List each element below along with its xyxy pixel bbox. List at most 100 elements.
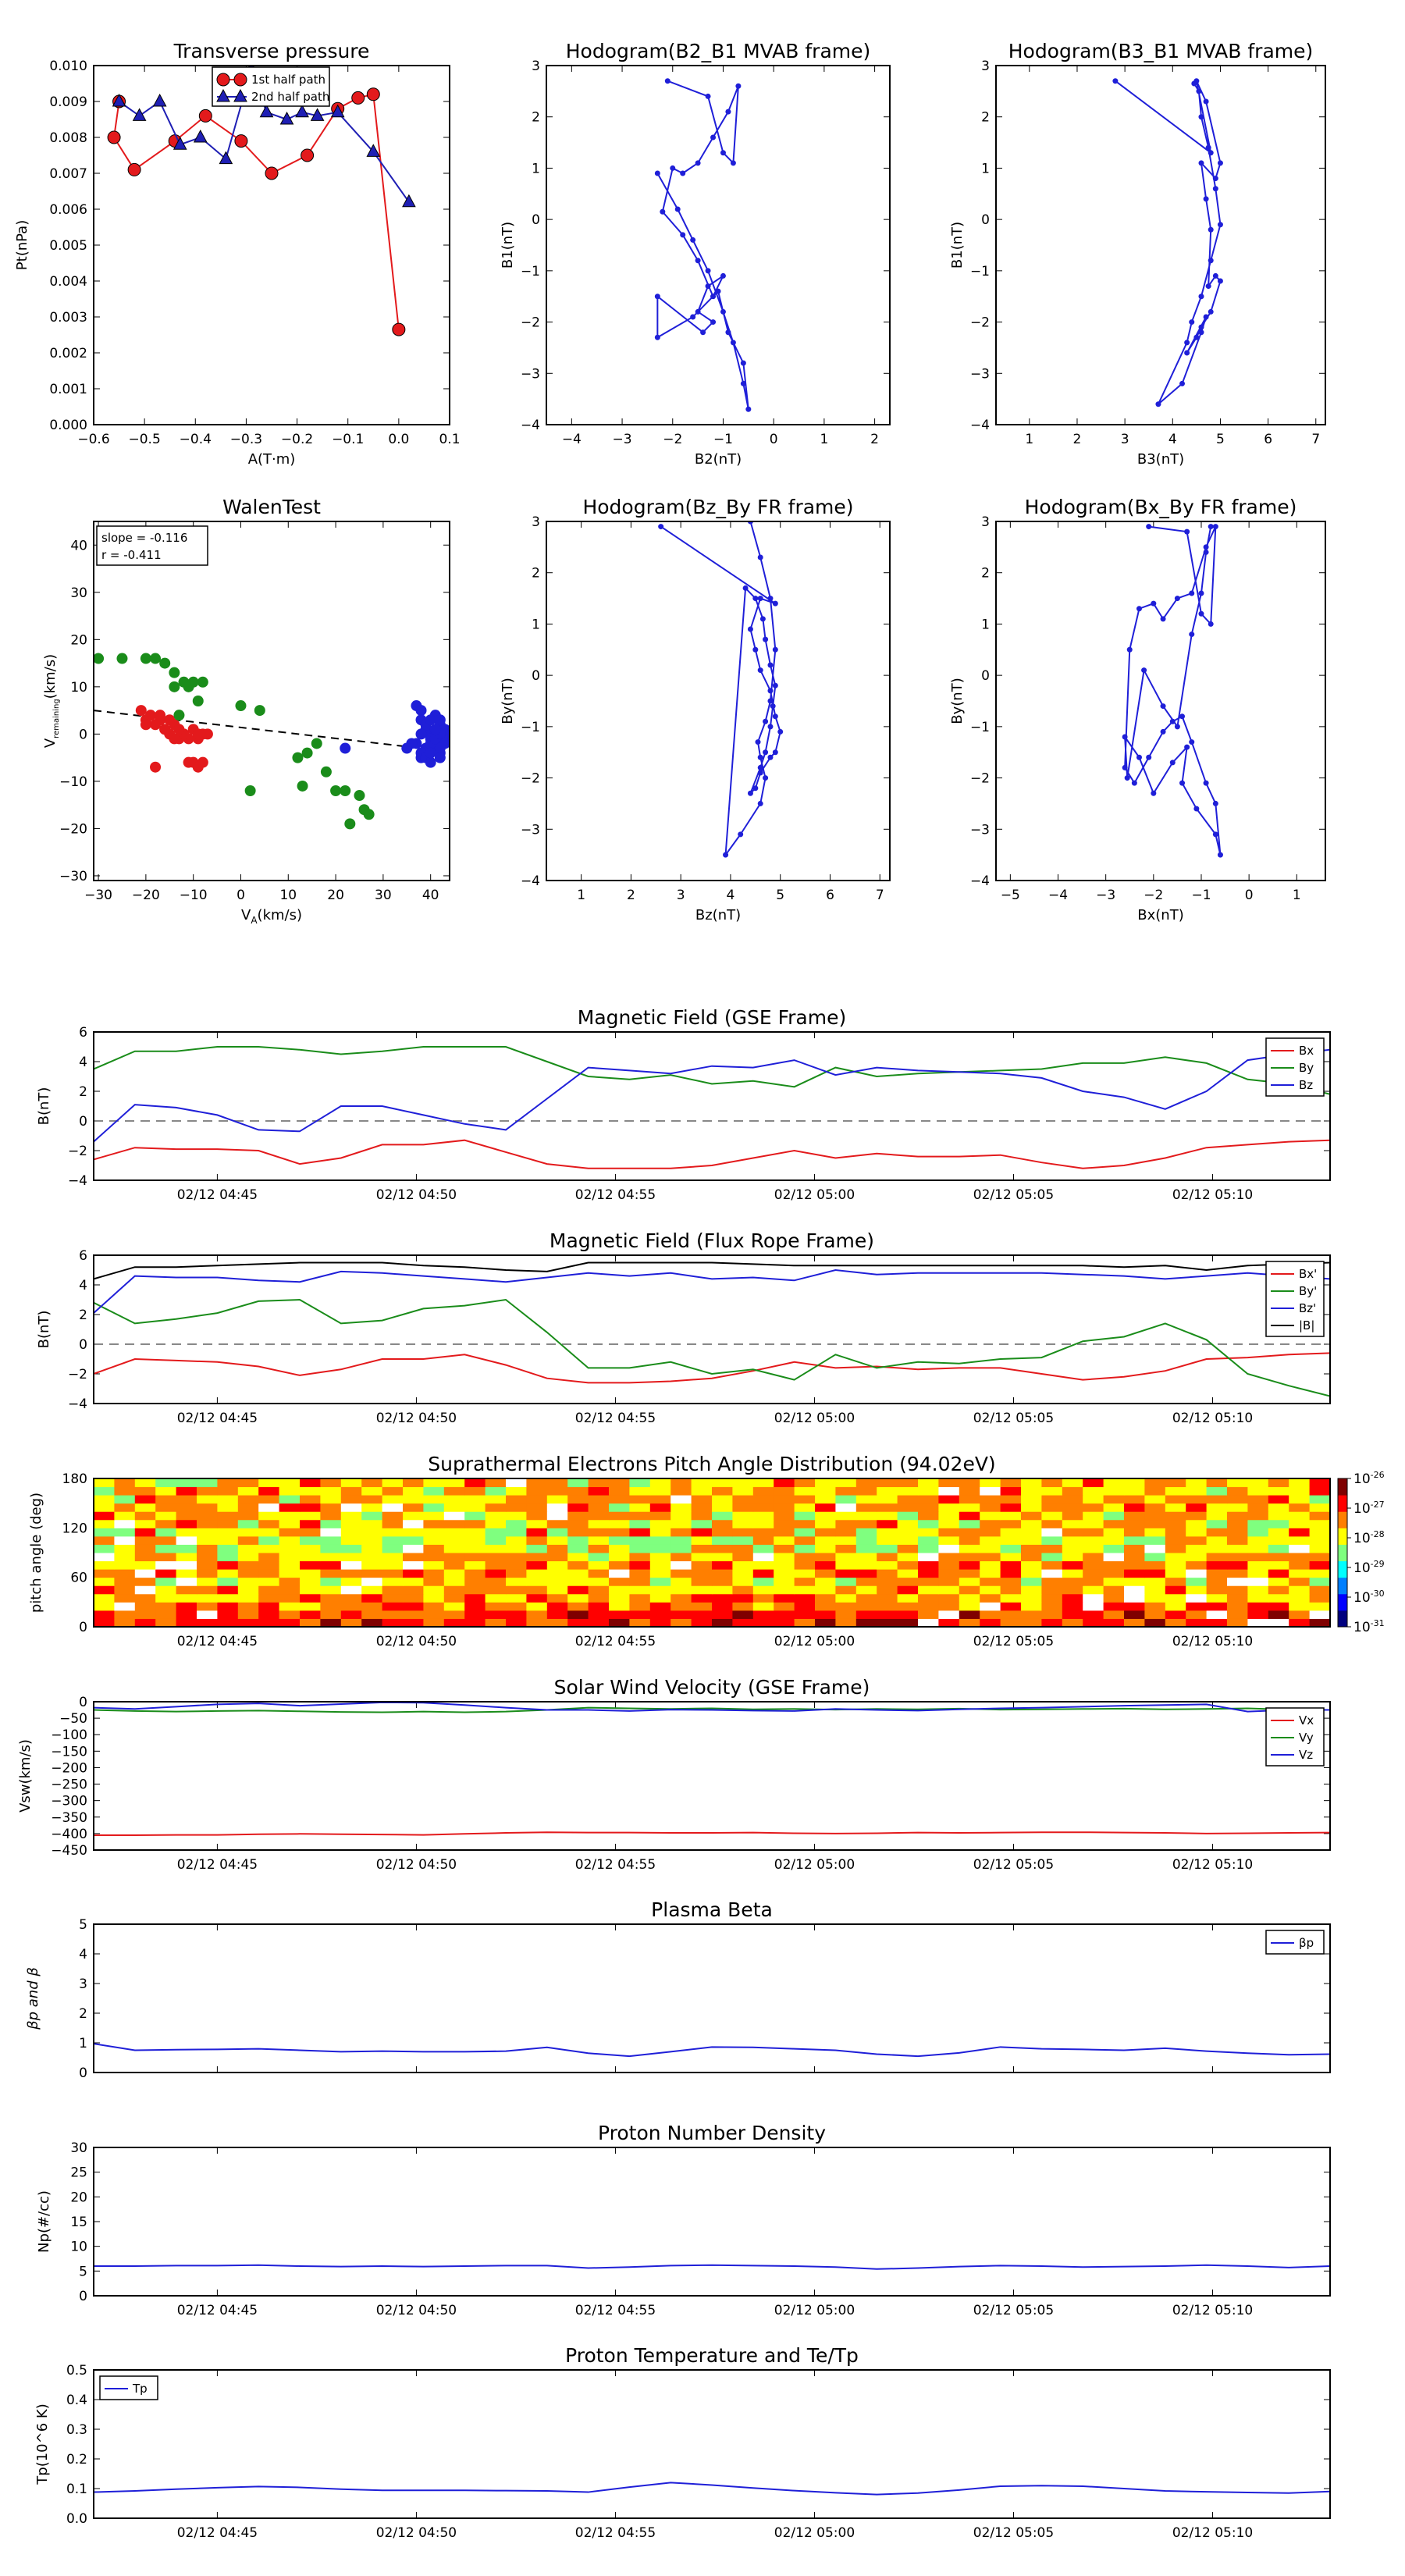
heatmap-cell (1247, 1560, 1269, 1570)
annotation-text: r = -0.411 (101, 548, 162, 562)
heatmap-cell (712, 1478, 733, 1488)
heatmap-cell (94, 1511, 115, 1521)
heatmap-cell (94, 1528, 115, 1537)
heatmap-cell (732, 1519, 754, 1528)
heatmap-cell (443, 1544, 465, 1553)
heatmap-cell (340, 1618, 362, 1627)
heatmap-cell (732, 1593, 754, 1603)
data-point (132, 108, 147, 121)
heatmap-cell (1062, 1519, 1083, 1528)
heatmap-cell (691, 1618, 713, 1627)
heatmap-cell (897, 1511, 919, 1521)
heatmap-cell (938, 1486, 960, 1496)
heatmap-cell (155, 1511, 177, 1521)
axes-frame (546, 521, 891, 881)
heatmap-cell (1124, 1535, 1145, 1545)
data-point (715, 288, 721, 294)
heatmap-cell (794, 1569, 816, 1578)
heatmap-cell (485, 1486, 507, 1496)
heatmap-cell (938, 1495, 960, 1504)
y-tick-label: −2 (521, 771, 540, 787)
heatmap-cell (897, 1577, 919, 1586)
heatmap-cell (918, 1585, 939, 1595)
y-axis-label: Pt(nPa) (14, 220, 30, 270)
x-tick-label: 10 (279, 888, 297, 903)
data-point (1184, 350, 1190, 356)
heatmap-cell (1227, 1577, 1248, 1586)
data-point (265, 166, 279, 180)
data-point (742, 585, 749, 591)
x-tick-label: 6 (1264, 432, 1272, 447)
heatmap-cell (1021, 1486, 1042, 1496)
heatmap-cell (959, 1610, 980, 1619)
heatmap-cell (1021, 1519, 1042, 1528)
heatmap-cell (588, 1478, 610, 1488)
y-tick-label: 4 (79, 1947, 87, 1962)
data-point (752, 646, 759, 653)
heatmap-cell (712, 1602, 733, 1611)
heatmap-cell (649, 1569, 671, 1578)
heatmap-cell (567, 1553, 589, 1562)
series-line (94, 1298, 1330, 1397)
heatmap-cell (691, 1544, 713, 1553)
heatmap-cell (176, 1560, 197, 1570)
heatmap-cell (443, 1593, 465, 1603)
heatmap-cell (629, 1618, 651, 1627)
heatmap-cell (1289, 1486, 1311, 1496)
heatmap-cell (134, 1553, 156, 1562)
heatmap-cell (567, 1593, 589, 1603)
heatmap-cell (691, 1503, 713, 1512)
heatmap-cell (134, 1560, 156, 1570)
heatmap-cell (1309, 1544, 1330, 1553)
data-point (695, 258, 701, 264)
heatmap-cell (1186, 1478, 1208, 1488)
x-tick-label: −10 (180, 888, 208, 903)
heatmap-cell (176, 1585, 197, 1595)
heatmap-cell (691, 1511, 713, 1521)
heatmap-cell (1041, 1577, 1063, 1586)
heatmap-cell (1144, 1593, 1166, 1603)
data-point (1203, 549, 1209, 555)
heatmap-cell (794, 1519, 816, 1528)
heatmap-cell (237, 1602, 259, 1611)
heatmap-cell (258, 1528, 280, 1537)
heatmap-cell (320, 1503, 342, 1512)
heatmap-cell (114, 1478, 136, 1488)
heatmap-cell (1083, 1560, 1104, 1570)
heatmap-cell (1227, 1486, 1248, 1496)
legend-label: 2nd half path (251, 90, 329, 104)
heatmap-cell (670, 1593, 692, 1603)
heatmap-cell (1247, 1610, 1269, 1619)
heatmap-cell (712, 1618, 733, 1627)
x-tick-label: 2 (870, 432, 879, 447)
x-tick-label: 02/12 04:50 (376, 1634, 457, 1649)
heatmap-cell (1165, 1544, 1186, 1553)
y-tick-label: 25 (70, 2165, 87, 2181)
heatmap-cell (732, 1602, 754, 1611)
plot-area (94, 2043, 1330, 2058)
data-point (150, 761, 162, 773)
legend-label: Vy (1299, 1731, 1314, 1745)
heatmap-cell (855, 1495, 877, 1504)
y-tick-label: −450 (51, 1843, 87, 1859)
heatmap-cell (1144, 1560, 1166, 1570)
heatmap-cell (1206, 1577, 1228, 1586)
heatmap-cell (588, 1511, 610, 1521)
x-tick-label: 0 (237, 888, 245, 903)
data-point (1151, 600, 1157, 607)
heatmap-cell (403, 1618, 424, 1627)
heatmap-cell (815, 1519, 836, 1528)
y-tick-label: 3 (532, 59, 540, 74)
y-tick-label: 60 (70, 1571, 87, 1586)
heatmap-cell (217, 1569, 239, 1578)
heatmap-cell (670, 1495, 692, 1504)
heatmap-cell (629, 1553, 651, 1562)
data-point (757, 596, 763, 602)
heatmap-cell (1165, 1618, 1186, 1627)
heatmap-cell (320, 1577, 342, 1586)
data-point (1174, 724, 1180, 730)
heatmap-cell (526, 1553, 548, 1562)
plot-area (94, 653, 450, 830)
heatmap-cell (300, 1602, 321, 1611)
heatmap-cell (526, 1495, 548, 1504)
